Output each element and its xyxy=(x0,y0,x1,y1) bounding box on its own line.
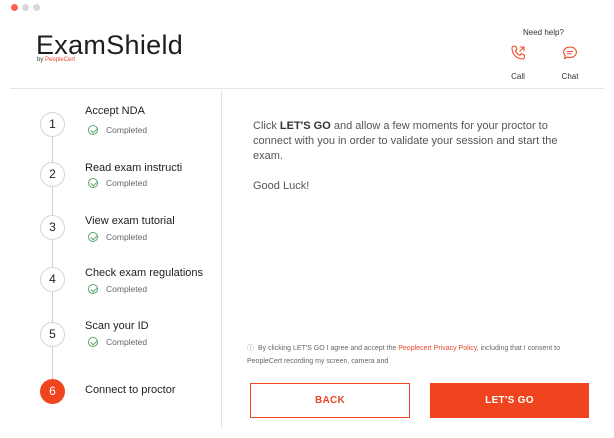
step-status-text: Completed xyxy=(106,178,148,188)
step-status: Completed xyxy=(88,337,147,347)
header: ExamShield by PeopleCert Need help? Call… xyxy=(10,10,604,89)
step-scan-id: 5 Scan your ID Completed xyxy=(10,320,222,370)
check-circle-icon xyxy=(88,178,98,188)
step-status: Completed xyxy=(88,232,147,242)
consent-prefix: By clicking LET'S GO I agree and accept … xyxy=(258,345,399,352)
step-status: Completed xyxy=(88,284,147,294)
phone-icon xyxy=(511,45,525,60)
step-connect-proctor: 6 Connect to proctor xyxy=(10,377,222,427)
privacy-policy-link[interactable]: Peoplecert Privacy Policy xyxy=(398,345,476,352)
info-icon: ⓘ xyxy=(247,345,254,352)
step-title: Check exam regulations xyxy=(85,267,204,279)
logo-byline: by PeopleCert xyxy=(37,57,75,63)
call-button[interactable]: Call xyxy=(499,44,537,84)
step-title: View exam tutorial xyxy=(85,215,175,227)
chat-label: Chat xyxy=(561,72,579,81)
step-status: Completed xyxy=(88,178,147,188)
consent-text: ⓘ By clicking LET'S GO I agree and accept… xyxy=(247,342,587,368)
instructions-text: Click LET'S GO and allow a few moments f… xyxy=(253,119,583,164)
step-read-instructions: 2 Read exam instructi Completed xyxy=(10,162,222,212)
lets-go-button[interactable]: LET'S GO xyxy=(430,383,589,418)
check-circle-icon xyxy=(88,284,98,294)
step-number: 3 xyxy=(40,215,65,240)
steps-sidebar: 1 Accept NDA Completed 2 Read exam instr… xyxy=(10,90,222,428)
step-title: Scan your ID xyxy=(85,320,149,332)
step-status-text: Completed xyxy=(106,232,148,242)
step-status-text: Completed xyxy=(106,125,148,135)
main-panel: Click LET'S GO and allow a few moments f… xyxy=(222,90,604,428)
check-circle-icon xyxy=(88,125,98,135)
step-number: 1 xyxy=(40,112,65,137)
help-title: Need help? xyxy=(523,28,564,37)
step-number: 5 xyxy=(40,322,65,347)
step-title: Accept NDA xyxy=(85,105,145,117)
step-check-regulations: 4 Check exam regulations Completed xyxy=(10,267,222,317)
instructions-prefix: Click xyxy=(253,120,280,132)
step-view-tutorial: 3 View exam tutorial Completed xyxy=(10,215,222,265)
step-status-text: Completed xyxy=(106,284,148,294)
check-circle-icon xyxy=(88,232,98,242)
check-circle-icon xyxy=(88,337,98,347)
step-status-text: Completed xyxy=(106,337,148,347)
step-accept-nda: 1 Accept NDA Completed xyxy=(10,105,222,155)
chat-bubble-icon xyxy=(563,46,577,60)
instructions-bold: LET'S GO xyxy=(279,120,331,132)
logo-by-text: by xyxy=(37,57,46,63)
step-number: 4 xyxy=(40,267,65,292)
examshield-window: ExamShield by PeopleCert Need help? Call… xyxy=(0,0,614,438)
step-title: Read exam instructi xyxy=(85,162,183,174)
step-status: Completed xyxy=(88,125,147,135)
step-number: 2 xyxy=(40,162,65,187)
chat-button[interactable]: Chat xyxy=(551,44,589,84)
step-title: Connect to proctor xyxy=(85,384,176,396)
call-label: Call xyxy=(511,72,525,81)
logo-brand: PeopleCert xyxy=(45,57,76,63)
good-luck-text: Good Luck! xyxy=(253,180,310,192)
back-button[interactable]: BACK xyxy=(250,383,410,418)
step-number-active: 6 xyxy=(40,379,65,404)
